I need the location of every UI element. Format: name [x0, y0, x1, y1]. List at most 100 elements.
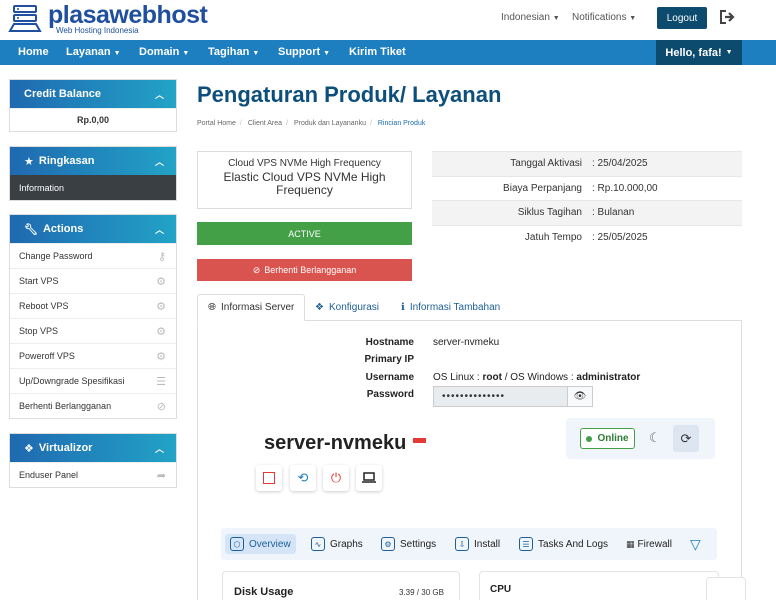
language-selector[interactable]: Indonesian ▼ — [501, 12, 560, 23]
refresh-status-button[interactable]: ⟳ — [673, 425, 699, 452]
hostname-label: Hostname — [365, 337, 414, 348]
product-status: ACTIVE — [197, 222, 412, 245]
info-value: : Bulanan — [592, 207, 635, 219]
chevron-down-icon: ▼ — [252, 50, 260, 57]
panel-title: Actions — [42, 223, 84, 235]
credit-balance-header[interactable]: Credit Balance ︿ — [10, 80, 176, 108]
logout-button[interactable]: Logout — [657, 7, 707, 29]
power-icon: ⏻ — [330, 470, 342, 485]
sidebar-item-information[interactable]: Information — [10, 175, 176, 200]
sidebar-item-reboot-vps[interactable]: Reboot VPS ⚙ — [10, 293, 176, 318]
ringkasan-header[interactable]: ★ Ringkasan ︿ — [10, 147, 176, 175]
tab-label: Konfigurasi — [328, 302, 379, 313]
globe-icon: 🌐︎ — [208, 302, 216, 313]
nav-kirim-tiket[interactable]: Kirim Tiket — [349, 46, 406, 58]
info-label: Tanggal Aktivasi — [510, 158, 582, 170]
vm-tab-label: Settings — [400, 538, 437, 550]
info-row: Jatuh Tempo: 25/05/2025 — [432, 224, 742, 250]
info-row: Tanggal Aktivasi: 25/04/2025 — [432, 151, 742, 176]
ban-icon: ⊘ — [252, 264, 261, 275]
restart-vps-button[interactable]: ⟲ — [290, 465, 316, 491]
tab-konfigurasi[interactable]: ❖ Konfigurasi — [305, 294, 389, 321]
info-row: Siklus Tagihan: Bulanan — [432, 200, 742, 225]
vm-tab-tasks-logs[interactable]: ☰ Tasks And Logs — [519, 534, 608, 554]
eye-icon: 👁︎ — [573, 391, 587, 402]
notifications-menu[interactable]: Notifications ▼ — [572, 12, 636, 23]
disk-usage-value: 3.39 / 30 GB — [399, 588, 444, 597]
nav-support[interactable]: Support ▼ — [278, 46, 330, 58]
nav-domain[interactable]: Domain ▼ — [139, 46, 189, 58]
sidebar-item-label: Information — [19, 182, 65, 193]
chevron-down-icon: ▼ — [113, 50, 121, 57]
cpu-card: CPU — [479, 571, 719, 600]
actions-header[interactable]: 🔧︎ Actions ︿ — [10, 215, 176, 243]
status-label: Online — [597, 433, 629, 444]
sidebar-item-label: Enduser Panel — [19, 470, 79, 480]
sidebar-item-enduser-panel[interactable]: Enduser Panel ➦ — [10, 462, 176, 487]
notifications-label: Notifications — [572, 12, 627, 23]
sidebar-item-label: Berhenti Berlangganan — [19, 401, 112, 411]
sidebar-item-cancel[interactable]: Berhenti Berlangganan ⊘ — [10, 393, 176, 418]
info-row: Biaya Perpanjang: Rp.10.000,00 — [432, 175, 742, 201]
nav-label: Layanan — [66, 46, 111, 58]
sidebar-item-stop-vps[interactable]: Stop VPS ⚙ — [10, 318, 176, 343]
show-password-button[interactable]: 👁︎ — [567, 386, 593, 407]
stop-vps-button[interactable] — [256, 465, 282, 491]
chevron-up-icon: ︿ — [154, 157, 164, 167]
cpu-title: CPU — [490, 584, 512, 595]
sidebar-item-change-password[interactable]: Change Password ⚷ — [10, 243, 176, 268]
breadcrumb-products[interactable]: Produk dan Layananku — [294, 120, 366, 127]
breadcrumb-client-area[interactable]: Client Area — [248, 120, 282, 127]
chevron-down-icon: ▽ — [690, 535, 701, 552]
vm-tab-graphs[interactable]: ∿ Graphs — [311, 534, 363, 554]
username-prefix: OS Linux : — [433, 372, 483, 383]
moon-icon[interactable]: ☾ — [649, 430, 661, 446]
chart-icon: ∿ — [311, 537, 325, 551]
cube-icon: ⬡ — [230, 537, 244, 551]
nav-tagihan[interactable]: Tagihan ▼ — [208, 46, 259, 58]
restart-icon: ⟲ — [297, 470, 309, 485]
vm-tab-install[interactable]: ⇩ Install — [455, 534, 500, 554]
panel-title: Ringkasan — [38, 155, 95, 167]
poweroff-vps-button[interactable]: ⏻ — [323, 465, 349, 491]
cancel-subscription-button[interactable]: ⊘ Berhenti Berlangganan — [197, 259, 412, 281]
chevron-up-icon: ︿ — [154, 225, 164, 235]
tasks-icon: ☰ — [519, 537, 533, 551]
nav-label: Domain — [139, 46, 180, 58]
ringkasan-panel: ★ Ringkasan ︿ Information — [9, 146, 177, 201]
cubes-icon: ❖ — [315, 302, 324, 313]
tab-informasi-server[interactable]: 🌐︎ Informasi Server — [197, 294, 306, 321]
vm-tab-settings[interactable]: ⚙ Settings — [381, 534, 436, 554]
vnc-console-button[interactable] — [356, 465, 382, 491]
nav-layanan[interactable]: Layanan ▼ — [66, 46, 121, 58]
sidebar-item-poweroff-vps[interactable]: Poweroff VPS ⚙ — [10, 343, 176, 368]
wrench-icon: 🔧︎ — [24, 223, 38, 236]
vm-tabs-more-button[interactable]: ▽ — [690, 534, 701, 554]
chevron-down-icon: ▼ — [552, 15, 560, 22]
sidebar-item-upgrade[interactable]: Up/Downgrade Spesifikasi ☰ — [10, 368, 176, 393]
nav-label: Support — [278, 46, 321, 58]
chevron-down-icon: ▼ — [725, 49, 733, 56]
ban-icon: ⊘ — [156, 401, 166, 413]
product-summary: Cloud VPS NVMe High Frequency Elastic Cl… — [197, 151, 412, 209]
nav-label: Tagihan — [208, 46, 250, 58]
cogs-icon: ⚙ — [156, 276, 166, 288]
breadcrumb-portal-home[interactable]: Portal Home — [197, 120, 236, 127]
tab-informasi-tambahan[interactable]: ℹ Informasi Tambahan — [391, 294, 510, 321]
username-linux: root — [482, 372, 502, 383]
nav-home[interactable]: Home — [18, 46, 49, 58]
actions-panel: 🔧︎ Actions ︿ Change Password ⚷ Start VPS ⚙… — [9, 214, 177, 419]
virtualizor-header[interactable]: ❖ Virtualizor ︿ — [10, 434, 176, 462]
user-menu[interactable]: Hello, fafa! ▼ — [656, 40, 742, 65]
vm-tab-firewall[interactable]: ▦ Firewall — [626, 534, 672, 554]
sidebar-item-start-vps[interactable]: Start VPS ⚙ — [10, 268, 176, 293]
status-dot-icon — [586, 435, 593, 442]
sign-out-icon[interactable] — [719, 10, 735, 24]
refresh-icon: ⟳ — [680, 430, 692, 446]
panel-title: Credit Balance — [24, 88, 102, 100]
chevron-down-icon: ▼ — [629, 15, 637, 22]
brand-logo[interactable]: plasawebhost Web Hosting Indonesia — [8, 3, 208, 35]
nav-label: Kirim Tiket — [349, 46, 406, 58]
sidebar-item-label: Poweroff VPS — [19, 351, 75, 361]
vm-tab-overview[interactable]: ⬡ Overview — [225, 534, 296, 554]
